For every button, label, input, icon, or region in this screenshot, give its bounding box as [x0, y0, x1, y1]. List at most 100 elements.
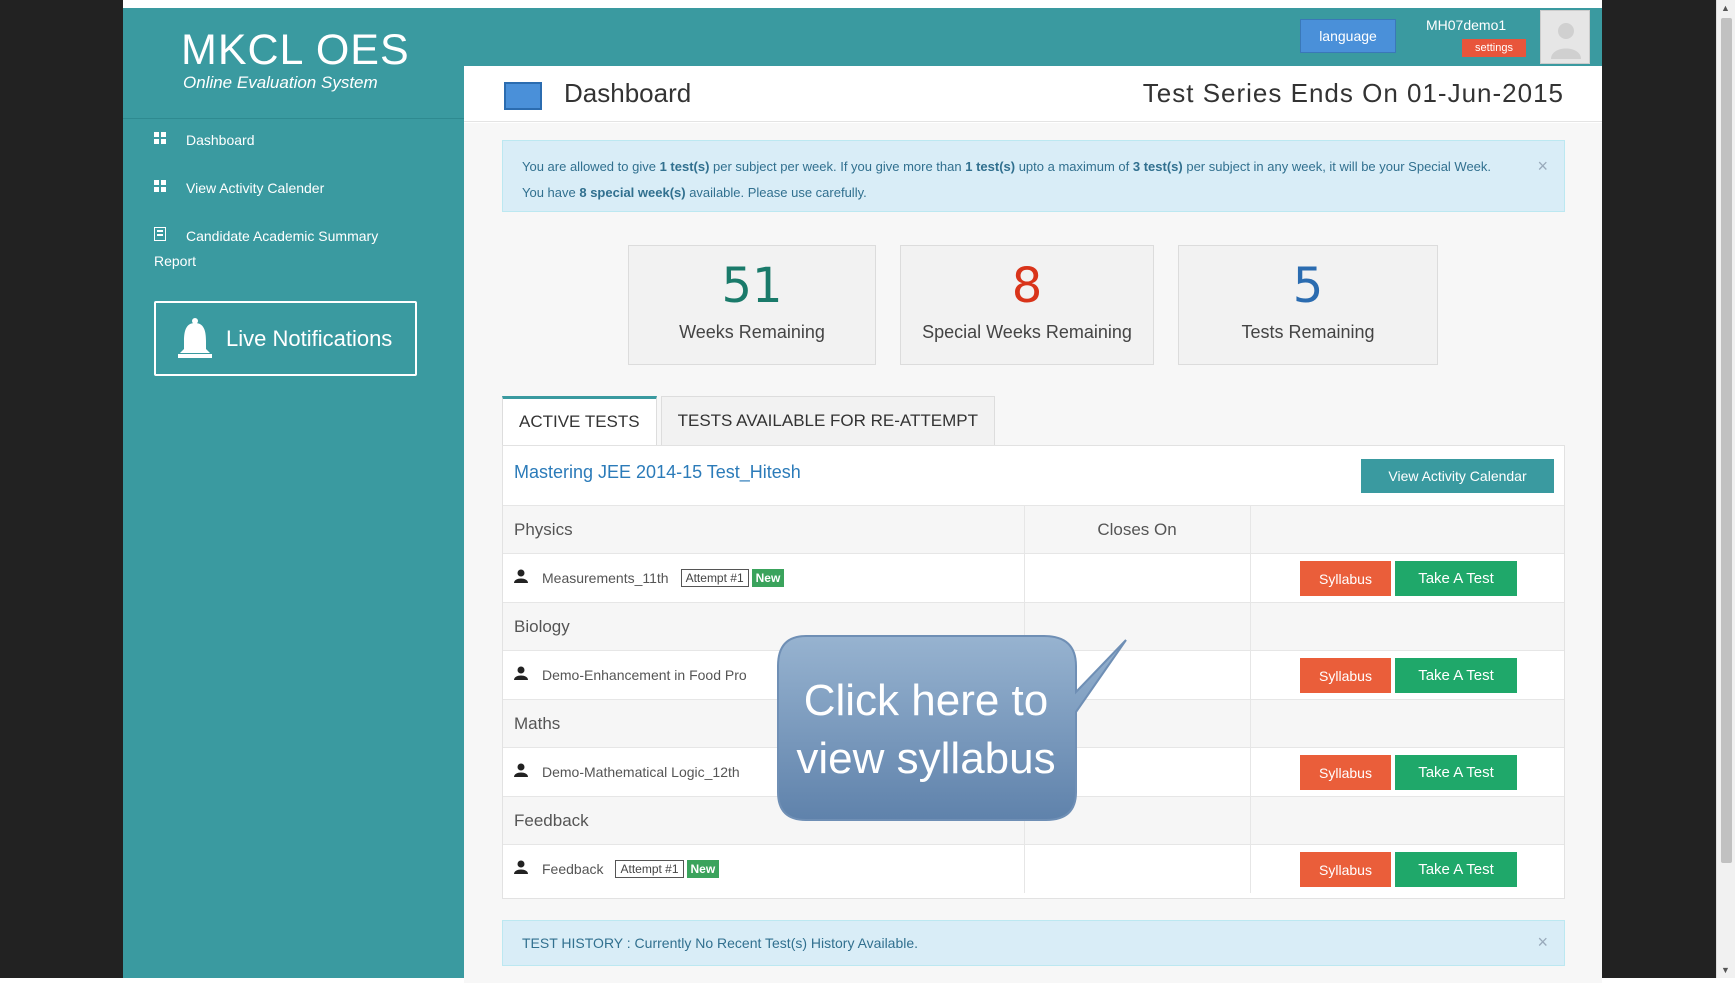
main-content: Dashboard Test Series Ends On 01-Jun-201… — [464, 66, 1602, 983]
notice-text: You are allowed to give — [522, 159, 660, 174]
subject-name: Physics — [514, 519, 573, 539]
callout-text: Click here to view syllabus — [776, 672, 1076, 788]
sidebar-item-dashboard[interactable]: Dashboard — [154, 128, 434, 153]
column-divider — [1024, 845, 1025, 893]
logo: MKCL OES Online Evaluation System — [181, 26, 410, 93]
logo-title: MKCL OES — [181, 26, 410, 74]
scroll-thumb[interactable] — [1721, 18, 1732, 863]
closes-on-header: Closes On — [1097, 519, 1177, 539]
stat-special-weeks: 8 Special Weeks Remaining — [900, 245, 1154, 365]
monitor-icon — [504, 82, 542, 110]
notice-text: per subject per week. If you give more t… — [709, 159, 966, 174]
test-history-notice: TEST HISTORY : Currently No Recent Test(… — [502, 920, 1565, 966]
scroll-down-icon[interactable]: ▼ — [1721, 965, 1730, 975]
sidebar-item-label: Candidate Academic Summary Report — [154, 224, 414, 274]
bell-icon — [176, 317, 214, 361]
notice-bold: 3 test(s) — [1132, 159, 1183, 174]
test-name: Demo-Enhancement in Food Pro — [542, 667, 747, 683]
left-margin — [0, 0, 123, 978]
scroll-up-icon[interactable]: ▲ — [1721, 3, 1730, 13]
new-badge: New — [751, 569, 785, 587]
close-icon[interactable]: × — [1537, 153, 1548, 179]
vertical-scrollbar[interactable]: ▲ ▼ — [1716, 0, 1735, 978]
avatar[interactable] — [1540, 10, 1590, 64]
stat-weeks-remaining: 51 Weeks Remaining — [628, 245, 876, 365]
row-actions: Syllabus Take A Test — [1300, 755, 1517, 790]
syllabus-button[interactable]: Syllabus — [1300, 658, 1391, 693]
sidebar-item-text: Candidate Academic Summary Report — [154, 228, 379, 269]
subject-row: Physics Closes On — [503, 505, 1564, 553]
stat-value: 8 — [1011, 258, 1043, 314]
page-title: Dashboard — [564, 78, 692, 108]
notice-bold: 8 special week(s) — [579, 185, 686, 200]
username: MH07demo1 — [1426, 17, 1507, 33]
take-test-button[interactable]: Take A Test — [1395, 561, 1517, 596]
table-row: Feedback Attempt #1 New Syllabus Take A … — [503, 844, 1564, 893]
view-activity-calendar-button[interactable]: View Activity Calendar — [1361, 459, 1554, 493]
notice-text: available. Please use carefully. — [685, 185, 867, 200]
test-cell: Measurements_11th Attempt #1 New — [514, 554, 785, 602]
attempt-badge: Attempt #1 — [680, 569, 749, 587]
column-divider — [1250, 845, 1251, 893]
column-divider — [1250, 797, 1251, 844]
live-notifications-button[interactable]: Live Notifications — [154, 301, 417, 376]
stat-label: Weeks Remaining — [679, 322, 825, 342]
test-name: Measurements_11th — [542, 570, 669, 586]
column-divider — [1250, 603, 1251, 650]
test-item: Feedback Attempt #1 New — [514, 860, 720, 879]
sidebar-item-activity-calendar[interactable]: View Activity Calender — [154, 176, 434, 201]
grid-icon — [154, 176, 170, 201]
settings-button[interactable]: settings — [1462, 39, 1526, 57]
row-actions: Syllabus Take A Test — [1300, 658, 1517, 693]
stat-tests-remaining: 5 Tests Remaining — [1178, 245, 1438, 365]
right-margin — [1602, 0, 1716, 978]
series-end-date: Test Series Ends On 01-Jun-2015 — [1142, 78, 1564, 108]
sidebar-item-label: View Activity Calender — [186, 180, 325, 196]
subject-name: Biology — [514, 616, 570, 636]
test-name: Feedback — [542, 861, 604, 877]
syllabus-button[interactable]: Syllabus — [1300, 561, 1391, 596]
stat-value: 51 — [721, 258, 783, 314]
stat-label: Special Weeks Remaining — [922, 322, 1132, 342]
column-divider — [1250, 651, 1251, 699]
subject-name: Feedback — [514, 810, 589, 830]
stat-value: 5 — [1292, 258, 1324, 314]
syllabus-callout: Click here to view syllabus — [776, 632, 1128, 824]
column-divider — [1250, 748, 1251, 796]
user-icon — [514, 666, 528, 685]
language-button[interactable]: language — [1300, 19, 1396, 53]
syllabus-button[interactable]: Syllabus — [1300, 755, 1391, 790]
stat-label: Tests Remaining — [1241, 322, 1375, 342]
test-cell: Demo-Enhancement in Food Pro — [514, 651, 747, 699]
test-item: Demo-Mathematical Logic_12th — [514, 763, 740, 782]
test-tabs: ACTIVE TESTS TESTS AVAILABLE FOR RE-ATTE… — [502, 396, 999, 446]
sidebar-item-label: Dashboard — [186, 132, 255, 148]
tab-active-tests[interactable]: ACTIVE TESTS — [502, 396, 657, 446]
user-icon — [514, 569, 528, 588]
history-text: : Currently No Recent Test(s) History Av… — [622, 935, 919, 951]
top-strip — [0, 0, 1716, 8]
sidebar: MKCL OES Online Evaluation System Dashbo… — [123, 8, 464, 978]
sidebar-item-academic-summary[interactable]: Candidate Academic Summary Report — [154, 224, 414, 274]
logo-subtitle: Online Evaluation System — [183, 73, 378, 92]
row-actions: Syllabus Take A Test — [1300, 561, 1517, 596]
syllabus-button[interactable]: Syllabus — [1300, 852, 1391, 887]
subject-name: Maths — [514, 713, 561, 733]
test-cell: Demo-Mathematical Logic_12th — [514, 748, 740, 796]
tab-re-attempt[interactable]: TESTS AVAILABLE FOR RE-ATTEMPT — [660, 396, 995, 446]
take-test-button[interactable]: Take A Test — [1395, 658, 1517, 693]
column-divider — [1024, 554, 1025, 602]
test-item: Demo-Enhancement in Food Pro — [514, 666, 747, 685]
history-label: TEST HISTORY — [522, 935, 623, 951]
table-row: Measurements_11th Attempt #1 New Syllabu… — [503, 553, 1564, 602]
test-item: Measurements_11th Attempt #1 New — [514, 569, 785, 588]
user-icon — [514, 860, 528, 879]
close-icon[interactable]: × — [1537, 932, 1548, 953]
test-name: Demo-Mathematical Logic_12th — [542, 764, 740, 780]
notice-bold: 1 test(s) — [965, 159, 1016, 174]
column-divider — [1250, 506, 1251, 553]
take-test-button[interactable]: Take A Test — [1395, 852, 1517, 887]
test-series-title[interactable]: Mastering JEE 2014-15 Test_Hitesh — [514, 462, 801, 483]
column-divider — [1250, 554, 1251, 602]
take-test-button[interactable]: Take A Test — [1395, 755, 1517, 790]
